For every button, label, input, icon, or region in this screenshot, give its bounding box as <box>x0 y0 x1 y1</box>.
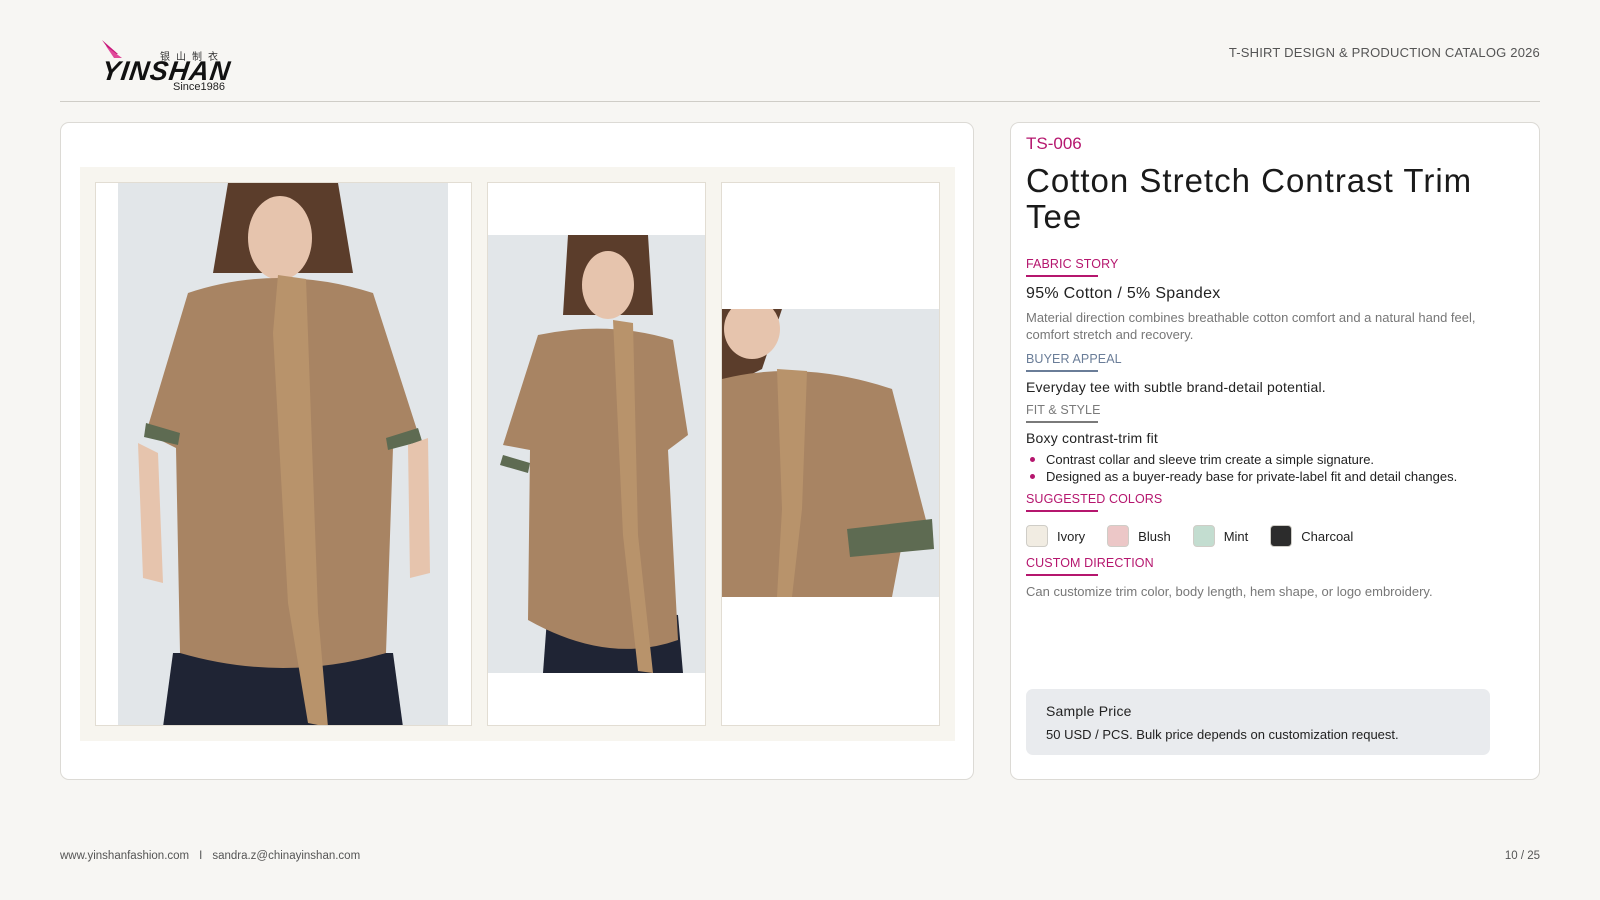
buyer-appeal-text: Everyday tee with subtle brand-detail po… <box>1026 379 1326 395</box>
product-photo-angle <box>488 235 705 673</box>
color-swatch-ivory: Ivory <box>1026 525 1085 547</box>
color-swatch-mint: Mint <box>1192 525 1249 547</box>
footer-contact: www.yinshanfashion.com Isandra.z@chinayin… <box>60 850 360 862</box>
photo-gallery <box>80 167 955 741</box>
page-number: 10 / 25 <box>1504 850 1540 862</box>
suggested-colors-heading: SUGGESTED COLORS <box>1026 492 1162 512</box>
color-swatch-blush: Blush <box>1107 525 1171 547</box>
swatch-label: Blush <box>1138 528 1171 544</box>
photo-panel <box>60 122 974 780</box>
fabric-story-heading: FABRIC STORY <box>1026 257 1118 277</box>
color-swatch-list: Ivory Blush Mint Charcoal <box>1026 525 1375 547</box>
brand-logo: 银山制衣 YINSHAN Since1986 <box>100 38 240 93</box>
product-title: Cotton Stretch Contrast Trim Tee <box>1026 162 1473 235</box>
catalog-title: T-SHIRT DESIGN & PRODUCTION CATALOG 2026 <box>1228 45 1540 60</box>
fabric-description: Material direction combines breathable c… <box>1026 310 1476 342</box>
fit-style-heading: FIT & STYLE <box>1026 403 1101 423</box>
color-swatch-charcoal: Charcoal <box>1270 525 1353 547</box>
product-photo-front <box>118 183 448 725</box>
fit-description: Boxy contrast-trim fit <box>1026 430 1158 446</box>
swatch-label: Charcoal <box>1301 528 1354 544</box>
swatch-chip <box>1107 525 1130 547</box>
list-item: Contrast collar and sleeve trim create a… <box>1026 451 1516 468</box>
logo-since: Since1986 <box>173 81 225 93</box>
footer-separator: I <box>199 850 203 862</box>
photo-frame-angle <box>487 182 706 726</box>
product-photo-detail <box>722 309 939 597</box>
swatch-chip <box>1026 525 1048 547</box>
custom-direction-heading: CUSTOM DIRECTION <box>1026 556 1154 576</box>
sample-price-box: Sample Price 50 USD / PCS. Bulk price de… <box>1026 689 1490 755</box>
price-text: 50 USD / PCS. Bulk price depends on cust… <box>1046 727 1399 742</box>
website-link[interactable]: www.yinshanfashion.com <box>60 850 189 862</box>
swatch-label: Mint <box>1223 528 1249 544</box>
list-item: Designed as a buyer-ready base for priva… <box>1026 468 1516 485</box>
buyer-appeal-heading: BUYER APPEAL <box>1026 352 1122 372</box>
fabric-composition: 95% Cotton / 5% Spandex <box>1026 285 1221 302</box>
swatch-chip <box>1270 525 1293 547</box>
photo-frame-detail <box>721 182 940 726</box>
page-header: 银山制衣 YINSHAN Since1986 T-SHIRT DESIGN & … <box>60 30 1540 102</box>
details-panel: TS-006 Cotton Stretch Contrast Trim Tee … <box>1010 122 1540 780</box>
product-code: TS-006 <box>1026 134 1082 153</box>
custom-direction-text: Can customize trim color, body length, h… <box>1026 584 1433 599</box>
email-link[interactable]: sandra.z@chinayinshan.com <box>212 850 360 862</box>
photo-frame-front <box>95 182 472 726</box>
swatch-label: Ivory <box>1057 528 1086 544</box>
swatch-chip <box>1192 525 1215 547</box>
price-label: Sample Price <box>1046 703 1132 719</box>
fit-bullet-list: Contrast collar and sleeve trim create a… <box>1026 451 1516 485</box>
